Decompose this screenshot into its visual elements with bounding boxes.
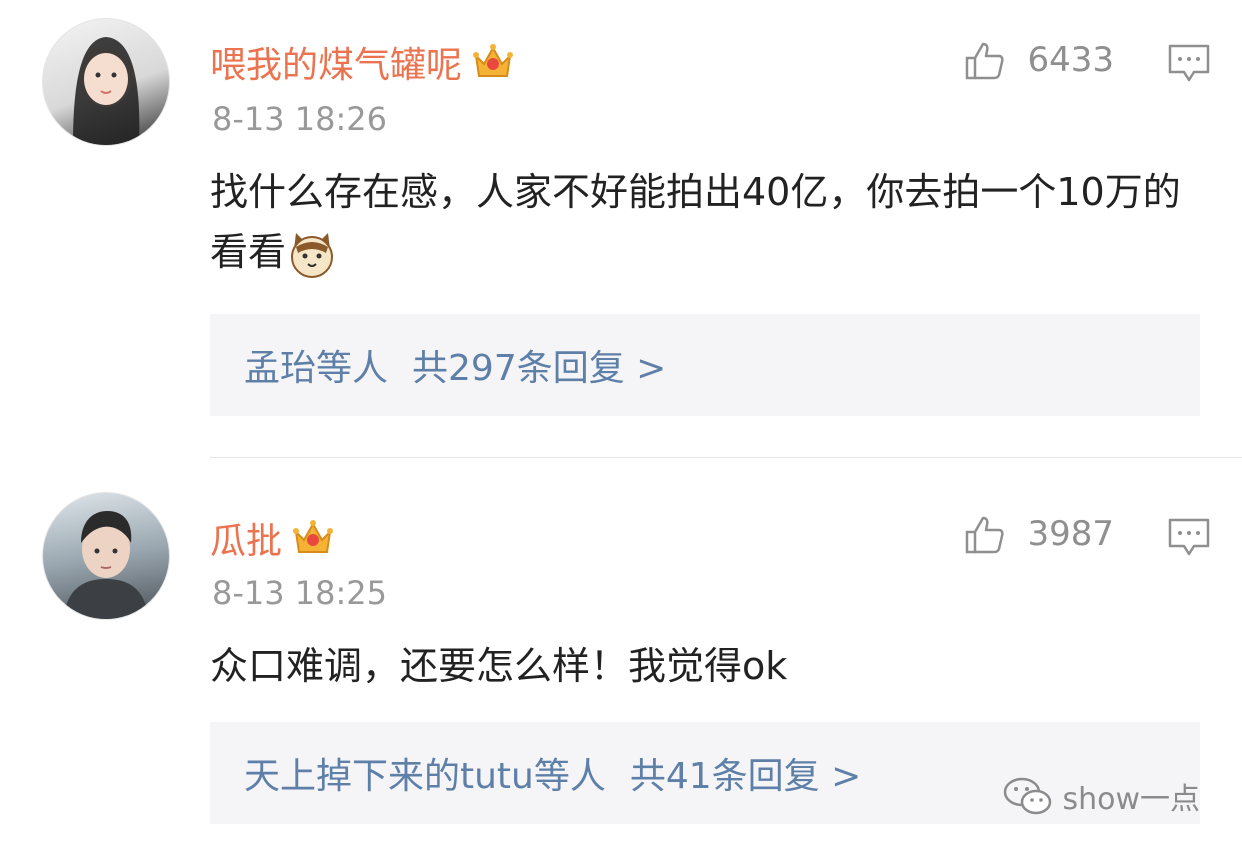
avatar-portrait [73,37,140,145]
watermark: show一点 [1002,774,1200,818]
cat-face-emoji [286,229,338,281]
comment-text-content: 找什么存在感，人家不好能拍出40亿，你去拍一个10万的看看 [210,170,1181,274]
reply-summary[interactable]: 共297条回复 > [412,339,666,391]
comment-item: 喂我的煤气罐呢 8-13 18:26 6433 找什么存在感，人家不好能拍出40… [0,0,1242,440]
username-text[interactable]: 瓜批 [210,512,282,564]
watermark-text: show一点 [1062,782,1200,817]
crown-icon [292,518,334,558]
comment-reply-icon[interactable] [1166,40,1212,86]
like-count: 6433 [1027,40,1114,80]
like-button[interactable]: 3987 [963,512,1114,556]
comment-reply-icon[interactable] [1166,514,1212,560]
reply-names[interactable]: 天上掉下来的tutu等人 [244,747,606,799]
thumbs-up-icon [966,516,1005,554]
crown-icon [472,42,514,82]
avatar[interactable] [42,492,170,620]
divider [210,457,1242,458]
wechat-icon [1004,777,1052,815]
like-count: 3987 [1027,514,1114,554]
timestamp: 8-13 18:25 [212,574,388,612]
comment-text-content: 众口难调，还要怎么样！我觉得ok [210,644,788,688]
username[interactable]: 喂我的煤气罐呢 [210,36,514,88]
avatar-portrait [63,511,149,619]
comment-text: 找什么存在感，人家不好能拍出40亿，你去拍一个10万的看看 [210,162,1190,282]
username[interactable]: 瓜批 [210,512,334,564]
reply-names[interactable]: 孟珆等人 [244,339,388,391]
avatar[interactable] [42,18,170,146]
username-text[interactable]: 喂我的煤气罐呢 [210,36,462,88]
timestamp: 8-13 18:26 [212,100,388,138]
thumbs-up-icon [966,42,1005,80]
comment-text: 众口难调，还要怎么样！我觉得ok [210,636,1190,696]
replies-link[interactable]: 孟珆等人 共297条回复 > [210,314,1200,416]
like-button[interactable]: 6433 [963,38,1114,82]
reply-summary[interactable]: 共41条回复 > [630,747,861,799]
